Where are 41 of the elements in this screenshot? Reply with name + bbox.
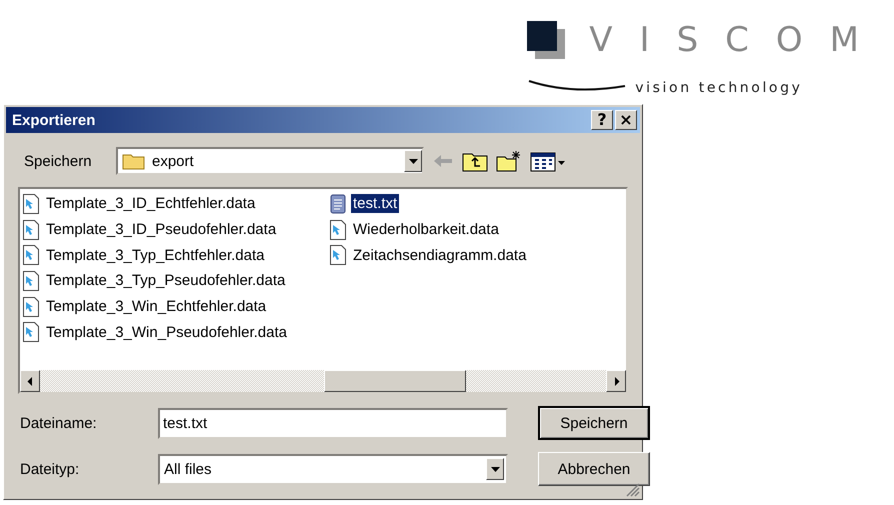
file-item[interactable]: Template_3_ID_Pseudofehler.data	[44, 220, 278, 240]
dropdown-arrow-icon	[408, 156, 418, 166]
save-in-label: Speichern	[24, 152, 93, 170]
file-name-field[interactable]: test.txt	[158, 408, 508, 438]
cancel-button[interactable]: Abbrechen	[538, 452, 650, 486]
file-icon	[329, 245, 347, 266]
logo-squares-icon	[527, 20, 566, 58]
folder-dropdown[interactable]: export	[116, 147, 424, 175]
file-item[interactable]: Template_3_ID_Echtfehler.data	[44, 194, 258, 214]
horizontal-scrollbar[interactable]	[20, 370, 626, 392]
file-icon	[329, 220, 347, 240]
file-icon	[22, 296, 40, 317]
logo-name: VISCOM	[589, 22, 886, 58]
file-item[interactable]: Template_3_Win_Echtfehler.data	[44, 297, 268, 316]
help-button[interactable]: ?	[591, 110, 613, 130]
window-title: Exportieren	[12, 112, 96, 128]
view-menu-button[interactable]	[530, 150, 566, 172]
save-button[interactable]: Speichern	[538, 406, 650, 440]
logo-swoosh-icon	[527, 78, 628, 92]
folder-icon	[122, 152, 146, 170]
file-icon	[22, 220, 40, 240]
logo-tagline: vision technology	[635, 80, 804, 96]
file-item[interactable]: Zeitachsendiagramm.data	[351, 246, 528, 265]
scroll-left-icon	[26, 376, 34, 386]
file-item[interactable]: test.txt	[351, 194, 400, 214]
text-file-icon	[329, 194, 347, 214]
file-icon	[22, 194, 40, 214]
close-button[interactable]: ×	[615, 110, 637, 130]
file-icon	[22, 245, 40, 266]
new-folder-button[interactable]	[496, 150, 522, 172]
file-item[interactable]: Template_3_Win_Pseudofehler.data	[44, 322, 289, 342]
file-item[interactable]: Wiederholbarkeit.data	[351, 220, 501, 240]
file-item[interactable]: Template_3_Typ_Pseudofehler.data	[44, 271, 288, 290]
file-name-label: Dateiname:	[20, 414, 98, 432]
file-type-label: Dateityp:	[20, 460, 80, 478]
dropdown-arrow-icon	[490, 464, 500, 474]
file-icon	[22, 270, 40, 291]
resize-grip-icon	[626, 483, 640, 497]
file-item[interactable]: Template_3_Typ_Echtfehler.data	[44, 246, 266, 265]
file-icon	[22, 322, 40, 342]
file-type-dropdown[interactable]: All files	[158, 454, 508, 484]
